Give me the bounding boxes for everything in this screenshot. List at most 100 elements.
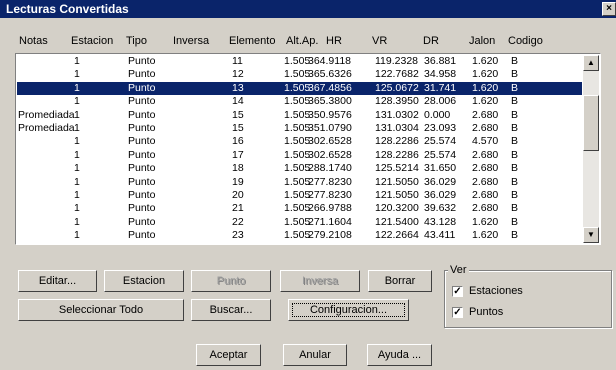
cell-estacion: 1	[74, 242, 80, 244]
cell-jalon: 1.620	[472, 229, 499, 242]
punto-button-label: Punto	[216, 275, 246, 287]
cell-tipo: Punto	[128, 229, 156, 242]
table-row[interactable]: 1 Punto 18 1.505 288.1740 125.5214 31.650 2.680…	[17, 162, 582, 175]
cell-codigo: B	[511, 55, 519, 67]
table-row[interactable]: 1 Punto 16 1.505 302.6528 128.2286 25.574 4.570…	[17, 135, 582, 148]
table-row[interactable]: 1 Punto 19 1.505 277.8230 121.5050 36.029 2.680…	[17, 176, 582, 189]
vertical-scrollbar[interactable]: ▲ ▼	[583, 55, 599, 243]
cell-jalon: 2.680	[472, 188, 499, 201]
cell-jalon: 4.570	[472, 135, 499, 148]
table-row[interactable]: 1 Punto 11 1.505 364.9118 119.2328 36.881 1.620…	[17, 55, 582, 68]
table-row[interactable]: 1 Punto 13 1.505 367.4856 125.0672 31.741 1.620…	[17, 81, 582, 96]
cell-jalon: 2.680	[472, 202, 499, 215]
cell-vr: 131.0302	[375, 108, 419, 121]
cell-codigo: B	[511, 229, 519, 242]
table-row[interactable]: 1 Punto 12 1.505 365.6326 122.7682 34.958 1.620…	[17, 68, 582, 81]
cell-vr: 121.5050	[375, 188, 419, 201]
cell-tipo: Punto	[128, 95, 156, 108]
scroll-up-icon[interactable]: ▲	[583, 55, 599, 71]
header-vr[interactable]: VR	[372, 35, 387, 47]
cell-altap: 1.505	[284, 215, 311, 228]
header-notas[interactable]: Notas	[19, 35, 48, 47]
scroll-down-icon[interactable]: ▼	[583, 227, 599, 243]
anular-button[interactable]: Anular	[283, 344, 347, 366]
table-row[interactable]: Promediada 1 Punto 15 1.505 351.0790 131.0304 2…	[17, 122, 582, 135]
cell-estacion: 1	[74, 162, 80, 175]
cell-hr: 288.1740	[308, 162, 352, 175]
cell-vr: 128.2286	[375, 148, 419, 161]
cell-altap: 1.505	[284, 135, 311, 148]
cell-altap: 1.505	[284, 68, 311, 81]
cell-vr: 125.5214	[375, 162, 419, 175]
cell-estacion: 1	[74, 95, 80, 108]
cell-tipo: Punto	[128, 68, 156, 81]
inversa-button[interactable]: Inversa	[280, 270, 360, 292]
cell-elemento: 17	[232, 148, 244, 161]
cell-estacion: 1	[74, 175, 80, 188]
estaciones-checkbox[interactable]: ✓ Estaciones	[452, 285, 523, 297]
header-altap[interactable]: Alt.Ap.	[286, 35, 318, 47]
readings-rows: 1 Punto 11 1.505 364.9118 119.2328 36.881 1.620…	[17, 55, 582, 244]
cell-estacion: 1	[74, 148, 80, 161]
cell-codigo: B	[511, 162, 519, 175]
aceptar-button[interactable]: Aceptar	[196, 344, 261, 366]
cell-vr: 122.4558	[375, 242, 419, 244]
cell-codigo: B	[511, 188, 519, 201]
cell-jalon: 1.620	[472, 81, 499, 94]
table-row[interactable]: 1 Punto 17 1.505 302.6528 128.2286 25.574 2.680…	[17, 149, 582, 162]
cell-altap: 1.505	[284, 175, 311, 188]
header-estacion[interactable]: Estacion	[71, 35, 113, 47]
header-elemento[interactable]: Elemento	[229, 35, 275, 47]
readings-list[interactable]: 1 Punto 11 1.505 364.9118 119.2328 36.881 1.620…	[15, 53, 601, 245]
table-row[interactable]: 1 Punto 24 1.505287.7870 122.4558 50.081 1.620…	[17, 242, 582, 244]
header-codigo[interactable]: Codigo	[508, 35, 543, 47]
cell-hr: 367.4856	[308, 81, 352, 94]
table-row[interactable]: 1 Punto 21 1.505 266.9788 120.3200 39.632 2.680…	[17, 202, 582, 215]
cell-altap: 1.505	[284, 188, 311, 201]
table-row[interactable]: 1 Punto 14 1.505 365.3800 128.3950 28.006 1.620…	[17, 95, 582, 108]
header-dr[interactable]: DR	[423, 35, 439, 47]
puntos-checkbox[interactable]: ✓ Puntos	[452, 306, 503, 318]
editar-button[interactable]: Editar...	[18, 270, 97, 292]
punto-button[interactable]: Punto	[191, 270, 271, 292]
cell-hr: 350.9576	[308, 108, 352, 121]
cell-estacion: 1	[74, 81, 80, 94]
close-icon[interactable]: ×	[602, 2, 616, 16]
cell-dr: 36.881	[424, 55, 457, 67]
borrar-button[interactable]: Borrar	[368, 270, 432, 292]
cell-jalon: 2.680	[472, 148, 499, 161]
cell-codigo: B	[511, 81, 519, 94]
ayuda-button[interactable]: Ayuda ...	[367, 344, 432, 366]
seleccionar-todo-button[interactable]: Seleccionar Todo	[18, 299, 184, 321]
cell-codigo: B	[511, 68, 519, 81]
estaciones-check-icon[interactable]: ✓	[452, 285, 463, 297]
table-row[interactable]: 1 Punto 20 1.505 277.8230 121.5050 36.029 2.680…	[17, 189, 582, 202]
cell-codigo: B	[511, 148, 519, 161]
puntos-check-icon[interactable]: ✓	[452, 306, 463, 318]
cell-dr: 25.574	[424, 135, 457, 148]
scroll-thumb[interactable]	[583, 95, 599, 151]
cell-altap: 1.505	[284, 229, 311, 242]
header-tipo[interactable]: Tipo	[126, 35, 147, 47]
ver-group-label: Ver	[448, 264, 469, 276]
cell-vr: 122.2664	[375, 229, 419, 242]
buscar-button[interactable]: Buscar...	[191, 299, 271, 321]
header-inversa[interactable]: Inversa	[173, 35, 209, 47]
cell-estacion: 1	[74, 55, 80, 67]
cell-elemento: 16	[232, 135, 244, 148]
header-jalon[interactable]: Jalon	[469, 35, 495, 47]
cell-tipo: Punto	[128, 148, 156, 161]
cell-jalon: 2.680	[472, 108, 499, 121]
cell-elemento: 13	[232, 81, 244, 94]
cell-elemento: 12	[232, 68, 244, 81]
table-row[interactable]: 1 Punto 22 1.505 271.1604 121.5400 43.128 1.620…	[17, 216, 582, 229]
table-row[interactable]: Promediada 1 Punto 15 1.505 350.9576 131.0302 0…	[17, 109, 582, 122]
estacion-button[interactable]: Estacion	[104, 270, 184, 292]
header-hr[interactable]: HR	[326, 35, 342, 47]
cell-jalon: 1.620	[472, 68, 499, 81]
cell-elemento: 18	[232, 162, 244, 175]
cell-notas: Promediada	[18, 121, 75, 134]
cell-dr: 23.093	[424, 121, 457, 134]
configuracion-button[interactable]: Configuracion...	[288, 299, 409, 321]
table-row[interactable]: 1 Punto 23 1.505 279.2108 122.2664 43.411 1.620…	[17, 229, 582, 242]
